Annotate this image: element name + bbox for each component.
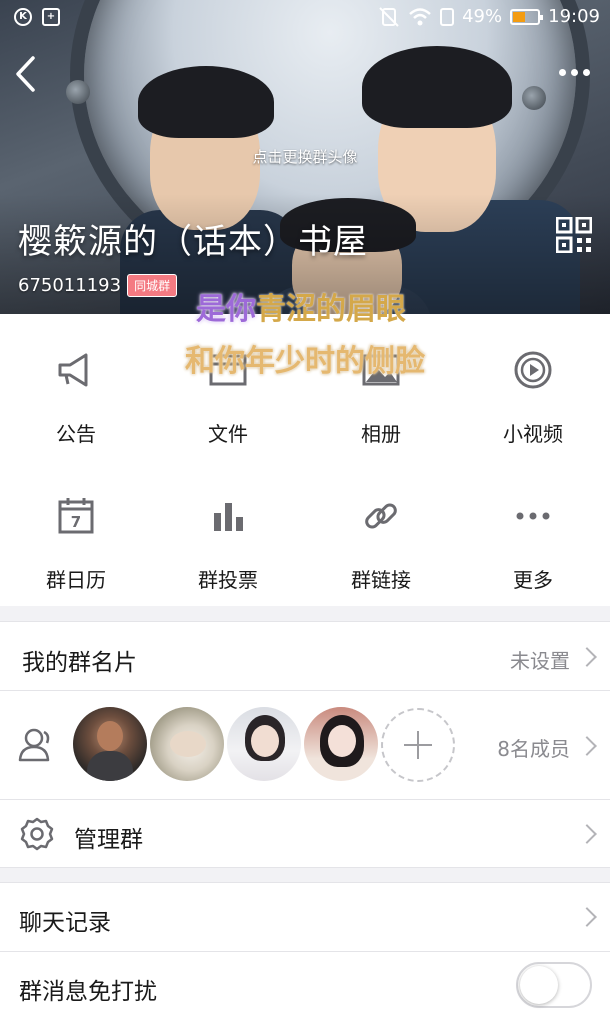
calendar-icon: 7 [58,498,94,534]
avatar-face [251,725,279,757]
person-left-hair [138,66,274,138]
wifi-icon [409,7,431,25]
gear-icon [20,817,54,851]
toggle-knob [520,966,558,1004]
feature-album[interactable]: 相册 [305,314,457,460]
feature-short-video[interactable]: 小视频 [457,314,609,460]
bolt-decoration [522,86,546,110]
feature-label: 群链接 [351,568,411,592]
feature-label: 公告 [56,422,96,446]
group-name: 樱簌源的（话本）书屋 [18,222,368,262]
chevron-right-icon [577,824,597,844]
feature-label: 更多 [513,568,553,592]
group-id-row: 675011193 同城群 [18,274,178,297]
more-options-button[interactable] [552,60,596,84]
chat-history-row[interactable]: 聊天记录 [0,882,610,952]
battery-fill [513,11,525,22]
plus-notification-icon: + [42,8,60,26]
back-arrow-icon [16,56,35,92]
feature-label: 小视频 [503,422,563,446]
battery-percent: 49% [462,6,503,27]
status-bar: K + 49% 19:09 [0,0,610,36]
avatar-face [170,731,206,757]
bar-chart-icon [214,503,243,531]
member-avatar[interactable] [150,707,224,781]
status-left-icons: K + [14,8,60,26]
clock: 19:09 [548,6,600,27]
group-id: 675011193 [18,275,122,296]
mute-title: 群消息免打扰 [19,979,157,1005]
my-group-card-row[interactable]: 我的群名片 未设置 [0,621,610,691]
battery-icon [510,8,544,25]
group-profile-screen: K + 49% 19:09 点击更换群头像 樱簌源的（话本）书屋 6750111… [0,0,610,1024]
link-icon [365,503,397,529]
dot-icon [570,68,578,76]
change-avatar-hint[interactable]: 点击更换群头像 [0,146,610,167]
my-card-value: 未设置 [510,649,570,673]
member-avatar[interactable] [304,707,378,781]
megaphone-icon [58,353,88,387]
city-group-badge: 同城群 [127,274,178,297]
feature-grid: 公告 文件 相册 小视频 7 群日历 群投票 群链接 更多 [0,314,610,606]
video-play-icon [514,351,552,389]
avatar-body [87,751,133,781]
back-button[interactable] [6,54,46,94]
chevron-right-icon [577,907,597,927]
my-card-title: 我的群名片 [22,650,137,676]
feature-calendar[interactable]: 7 群日历 [0,460,152,606]
feature-label: 相册 [361,422,401,446]
more-dots-icon [516,512,550,520]
feature-vote[interactable]: 群投票 [152,460,304,606]
feature-label: 文件 [208,422,248,446]
member-avatar[interactable] [227,707,301,781]
member-count: 8名成员 [497,737,570,761]
phone-icon [440,7,455,26]
avatar-face [328,725,356,757]
manage-group-row[interactable]: 管理群 [0,799,610,868]
status-right: 49% 19:09 [378,6,600,27]
chat-history-title: 聊天记录 [19,910,111,936]
calendar-day: 7 [71,513,81,531]
feature-label: 群投票 [198,568,258,592]
person-right-hair [362,46,512,128]
bolt-decoration [66,80,90,104]
feature-files[interactable]: 文件 [152,314,304,460]
dot-icon [558,68,566,76]
feature-more[interactable]: 更多 [457,460,609,606]
dot-icon [582,68,590,76]
k-app-icon: K [14,8,32,26]
feature-announcement[interactable]: 公告 [0,314,152,460]
avatar-face [97,721,123,751]
chevron-right-icon [577,736,597,756]
no-sim-icon [379,6,399,27]
members-row[interactable]: 8名成员 [0,690,610,800]
feature-link[interactable]: 群链接 [305,460,457,606]
folder-icon [209,354,247,386]
feature-label: 群日历 [46,568,106,592]
qr-code-button[interactable] [556,217,592,253]
add-member-button[interactable] [381,708,455,782]
manage-group-title: 管理群 [74,827,143,853]
chevron-right-icon [577,647,597,667]
members-icon [18,728,50,762]
member-avatar[interactable] [73,707,147,781]
mute-notifications-row: 群消息免打扰 [0,951,610,1024]
album-icon [362,354,400,386]
mute-toggle[interactable] [516,962,592,1008]
